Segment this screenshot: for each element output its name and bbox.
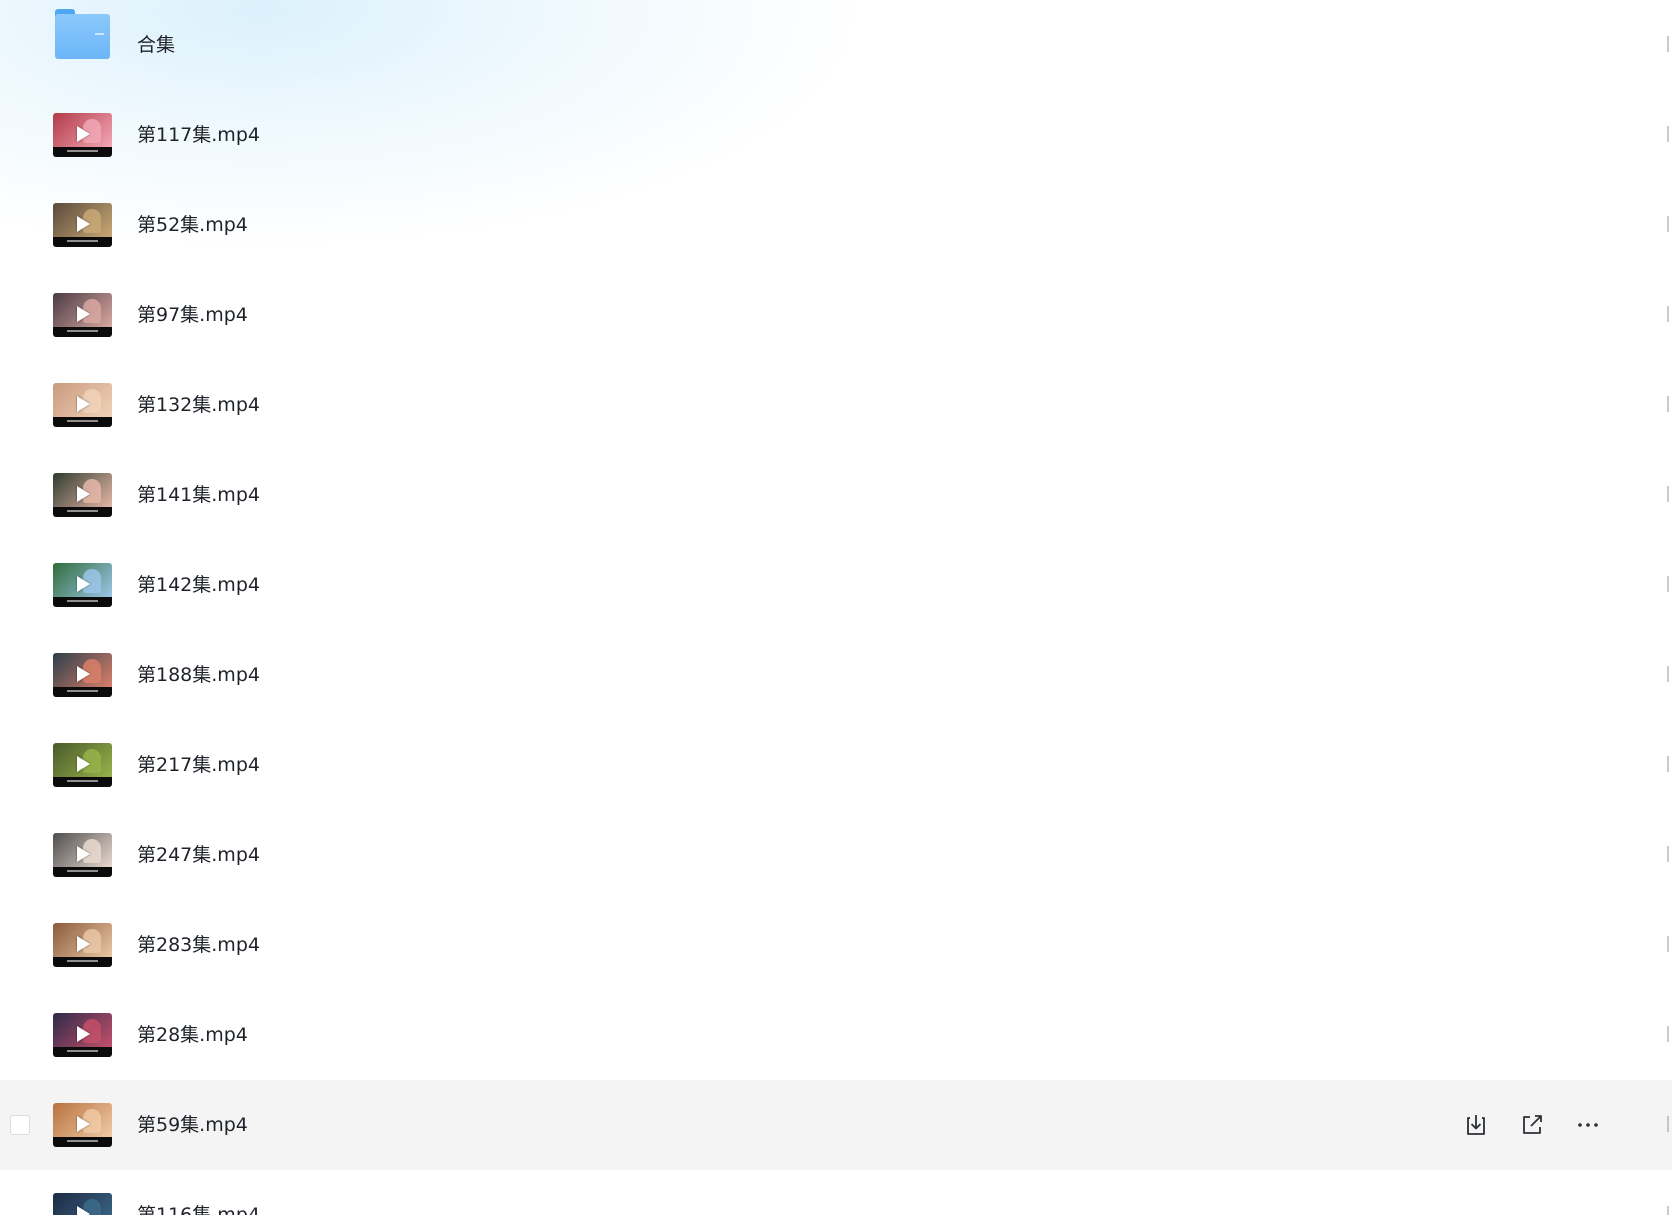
file-name[interactable]: 第117集.mp4 <box>137 124 260 146</box>
share-icon[interactable] <box>1516 1109 1548 1141</box>
play-icon <box>77 1116 90 1132</box>
size-column-edge <box>1667 396 1672 412</box>
file-row[interactable]: 第188集.mp4 <box>0 630 1672 720</box>
file-row[interactable]: 第247集.mp4 <box>0 810 1672 900</box>
file-name[interactable]: 第247集.mp4 <box>137 844 260 866</box>
file-row[interactable]: 第132集.mp4 <box>0 360 1672 450</box>
video-thumbnail[interactable] <box>53 563 112 607</box>
file-name[interactable]: 合集 <box>137 34 175 56</box>
file-name[interactable]: 第132集.mp4 <box>137 394 260 416</box>
file-name[interactable]: 第52集.mp4 <box>137 214 248 236</box>
play-icon <box>77 1206 90 1215</box>
play-icon <box>77 846 90 862</box>
file-list: 合集 第117集.mp4 第52集.mp4 第97集.mp4 第132集.mp4… <box>0 0 1672 1215</box>
size-column-edge <box>1667 1116 1672 1132</box>
play-icon <box>77 396 90 412</box>
download-icon[interactable] <box>1460 1109 1492 1141</box>
play-icon <box>77 486 90 502</box>
play-icon <box>77 666 90 682</box>
row-checkbox[interactable] <box>10 1115 30 1135</box>
file-browser: 合集 第117集.mp4 第52集.mp4 第97集.mp4 第132集.mp4… <box>0 0 1672 1215</box>
video-thumbnail[interactable] <box>53 653 112 697</box>
video-thumbnail[interactable] <box>53 1193 112 1215</box>
file-row[interactable]: 第217集.mp4 <box>0 720 1672 810</box>
video-thumbnail[interactable] <box>53 383 112 427</box>
play-icon <box>77 216 90 232</box>
size-column-edge <box>1667 936 1672 952</box>
size-column-edge <box>1667 36 1672 52</box>
size-column-edge <box>1667 306 1672 322</box>
size-column-edge <box>1667 486 1672 502</box>
video-thumbnail[interactable] <box>53 473 112 517</box>
play-icon <box>77 1026 90 1042</box>
video-thumbnail[interactable] <box>53 1103 112 1147</box>
file-name[interactable]: 第59集.mp4 <box>137 1114 248 1136</box>
more-icon[interactable] <box>1572 1109 1604 1141</box>
file-row[interactable]: 第142集.mp4 <box>0 540 1672 630</box>
video-thumbnail[interactable] <box>53 833 112 877</box>
file-name[interactable]: 第188集.mp4 <box>137 664 260 686</box>
file-name[interactable]: 第283集.mp4 <box>137 934 260 956</box>
file-row[interactable]: 第283集.mp4 <box>0 900 1672 990</box>
file-row[interactable]: 第141集.mp4 <box>0 450 1672 540</box>
file-name[interactable]: 第97集.mp4 <box>137 304 248 326</box>
size-column-edge <box>1667 1206 1672 1215</box>
file-row[interactable]: 第116集.mp4 <box>0 1170 1672 1215</box>
play-icon <box>77 756 90 772</box>
file-row[interactable]: 第52集.mp4 <box>0 180 1672 270</box>
file-row[interactable]: 第97集.mp4 <box>0 270 1672 360</box>
size-column-edge <box>1667 576 1672 592</box>
video-thumbnail[interactable] <box>53 113 112 157</box>
video-thumbnail[interactable] <box>53 923 112 967</box>
video-thumbnail[interactable] <box>53 743 112 787</box>
file-name[interactable]: 第142集.mp4 <box>137 574 260 596</box>
video-thumbnail[interactable] <box>53 293 112 337</box>
file-name[interactable]: 第116集.mp4 <box>137 1204 260 1215</box>
play-icon <box>77 936 90 952</box>
video-thumbnail[interactable] <box>53 1013 112 1057</box>
file-name[interactable]: 第217集.mp4 <box>137 754 260 776</box>
size-column-edge <box>1667 216 1672 232</box>
size-column-edge <box>1667 846 1672 862</box>
folder-icon <box>55 9 110 59</box>
size-column-edge <box>1667 126 1672 142</box>
size-column-edge <box>1667 756 1672 772</box>
size-column-edge <box>1667 1026 1672 1042</box>
video-thumbnail[interactable] <box>53 203 112 247</box>
file-row[interactable]: 第28集.mp4 <box>0 990 1672 1080</box>
file-name[interactable]: 第141集.mp4 <box>137 484 260 506</box>
size-column-edge <box>1667 666 1672 682</box>
folder-row[interactable]: 合集 <box>0 0 1672 90</box>
play-icon <box>77 576 90 592</box>
file-row[interactable]: 第117集.mp4 <box>0 90 1672 180</box>
file-row[interactable]: 第59集.mp4 <box>0 1080 1672 1170</box>
play-icon <box>77 306 90 322</box>
play-icon <box>77 126 90 142</box>
file-name[interactable]: 第28集.mp4 <box>137 1024 248 1046</box>
